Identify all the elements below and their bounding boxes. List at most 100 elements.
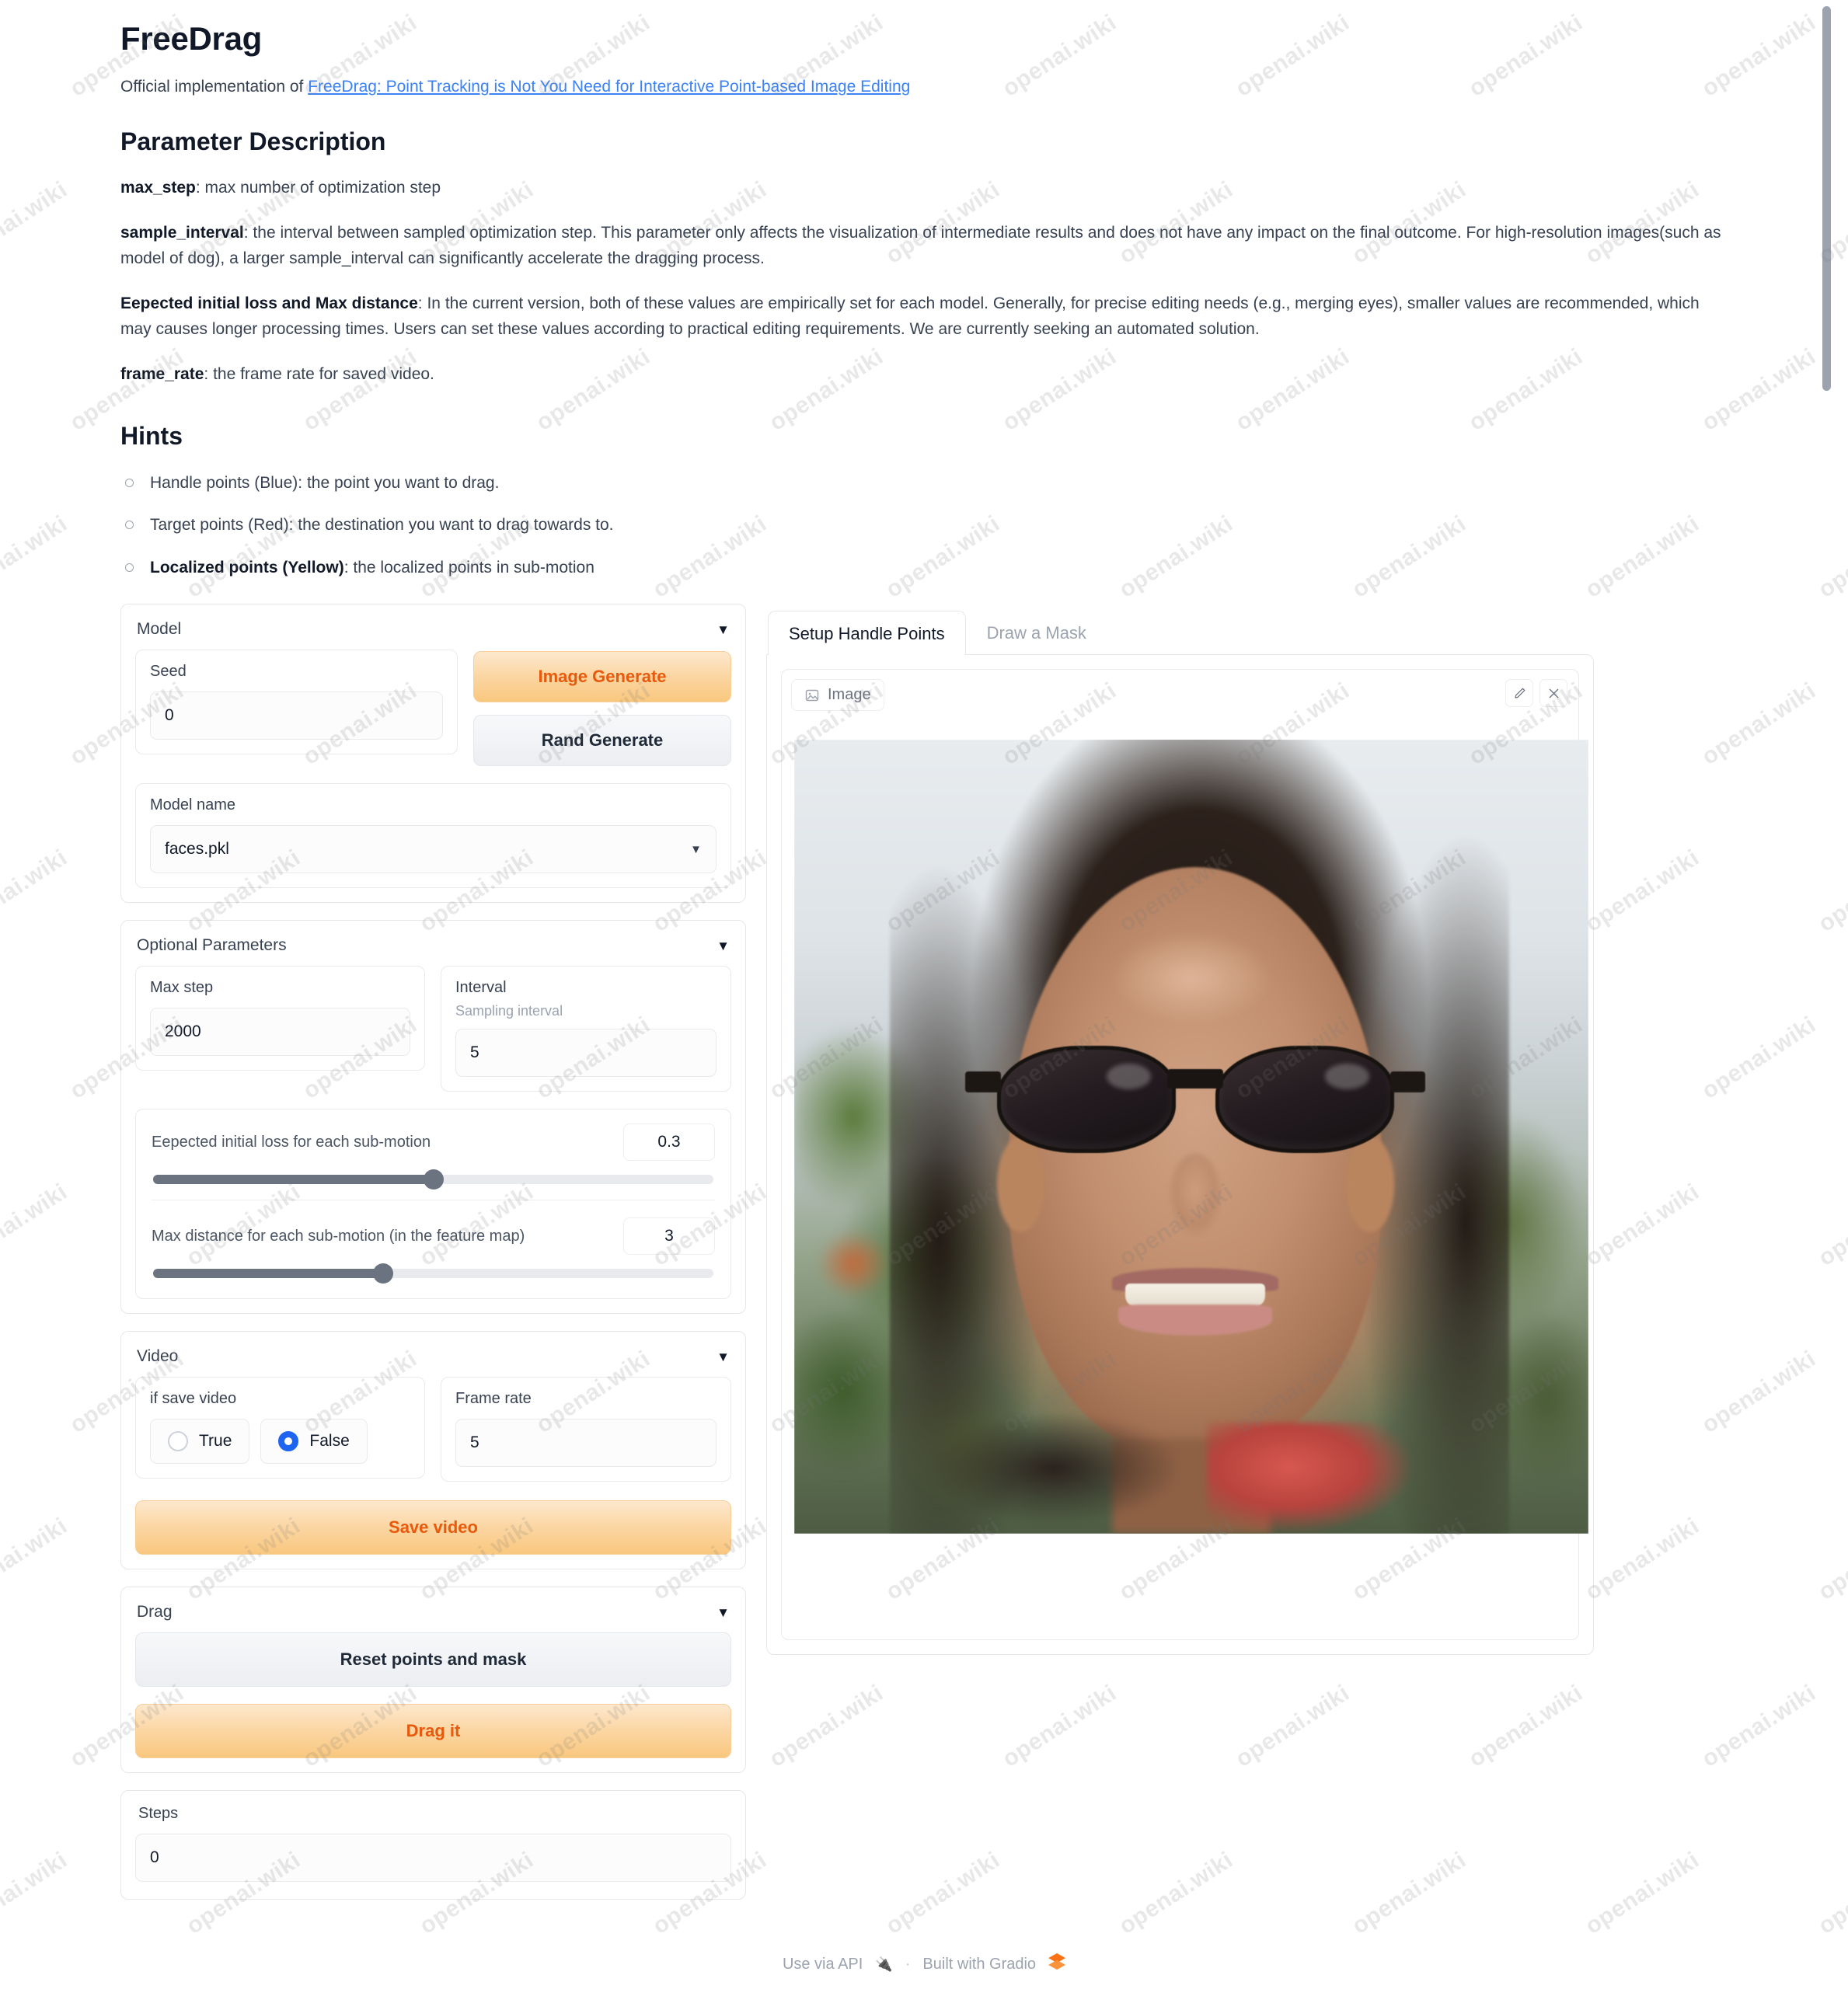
model-name-select[interactable]: faces.pkl ▼ (150, 825, 717, 874)
max-step-input[interactable]: 2000 (150, 1008, 410, 1057)
video-panel-title: Video (137, 1347, 179, 1366)
setup-handle-points-panel: Image (766, 654, 1594, 1656)
video-panel-header[interactable]: Video ▼ (135, 1344, 731, 1377)
model-name-label: Model name (150, 796, 236, 814)
right-column: Setup Handle Points Draw a Mask Image (766, 604, 1594, 1656)
parameter-description-heading: Parameter Description (120, 127, 386, 155)
radio-label-false: False (309, 1432, 350, 1451)
portrait-dark-scarf (905, 1414, 1176, 1534)
chevron-down-icon[interactable]: ▼ (717, 1606, 730, 1619)
radio-option-false[interactable]: False (260, 1419, 368, 1465)
tab-bar: Setup Handle Points Draw a Mask (768, 610, 1594, 656)
loss-slider-header: Eepected initial loss for each sub-motio… (152, 1123, 715, 1162)
loss-slider-value[interactable]: 0.3 (623, 1123, 715, 1162)
page-title: FreeDrag (120, 20, 263, 57)
use-via-api-link[interactable]: Use via API (783, 1956, 863, 1973)
clear-image-button[interactable] (1539, 679, 1567, 708)
chevron-down-icon[interactable]: ▼ (717, 939, 730, 953)
hint-item-localized-points: Localized points (Yellow): the localized… (120, 556, 1776, 581)
param-item-expected-loss: Eepected initial loss and Max distance: … (120, 291, 1733, 343)
radio-option-true[interactable]: True (150, 1419, 250, 1465)
steps-input[interactable]: 0 (135, 1834, 731, 1883)
if-save-video-label: if save video (150, 1390, 237, 1408)
hint-term-localized: Localized points (Yellow) (150, 558, 344, 576)
seed-input[interactable]: 0 (150, 691, 443, 740)
chevron-down-icon[interactable]: ▼ (717, 623, 730, 636)
image-icon (805, 689, 819, 701)
dist-slider-label: Max distance for each sub-motion (in the… (152, 1227, 525, 1245)
model-buttons-stack: Image Generate Rand Generate (473, 650, 731, 767)
built-with-gradio-link[interactable]: Built with Gradio (922, 1956, 1036, 1973)
model-panel-title: Model (137, 620, 182, 639)
video-panel-row: if save video True False Frame rate 5 (135, 1377, 731, 1482)
radio-label-true: True (199, 1432, 232, 1451)
optional-panel-row: Max step 2000 Interval Sampling interval… (135, 966, 731, 1092)
portrait-nose (1167, 1152, 1223, 1249)
param-text-frame-rate: : the frame rate for saved video. (204, 364, 434, 383)
drag-panel-header[interactable]: Drag ▼ (135, 1600, 731, 1632)
radio-dot-true-icon (168, 1431, 188, 1452)
dist-slider-thumb[interactable] (372, 1263, 393, 1284)
lens-glint-right (1325, 1063, 1370, 1089)
interval-sublabel: Sampling interval (455, 1003, 563, 1019)
chevron-down-icon[interactable]: ▼ (717, 1350, 730, 1364)
left-column: Model ▼ Seed 0 Image Generate Rand Gener… (120, 604, 746, 1917)
mouth-teeth (1124, 1283, 1266, 1308)
source-image[interactable] (794, 740, 1588, 1534)
frame-rate-input[interactable]: 5 (455, 1419, 717, 1468)
portrait-forehead-highlight (1079, 914, 1303, 1042)
app-body: Model ▼ Seed 0 Image Generate Rand Gener… (120, 604, 1776, 1917)
drag-panel-title: Drag (137, 1603, 173, 1622)
reset-points-and-mask-button[interactable]: Reset points and mask (135, 1632, 731, 1688)
if-save-video-fieldbox: if save video True False (135, 1377, 425, 1479)
param-term-sample-interval: sample_interval (120, 223, 244, 242)
paper-link[interactable]: FreeDrag: Point Tracking is Not You Need… (308, 78, 910, 96)
dist-slider-fill (153, 1269, 383, 1279)
interval-label: Interval (455, 979, 507, 997)
image-generate-button[interactable]: Image Generate (473, 651, 731, 703)
model-panel-header[interactable]: Model ▼ (135, 617, 731, 650)
param-term-expected-loss: Eepected initial loss and Max distance (120, 294, 418, 312)
param-item-frame-rate: frame_rate: the frame rate for saved vid… (120, 361, 1733, 388)
loss-slider-label: Eepected initial loss for each sub-motio… (152, 1133, 431, 1151)
interval-input[interactable]: 5 (455, 1029, 717, 1078)
param-item-sample-interval: sample_interval: the interval between sa… (120, 220, 1733, 272)
edit-pencil-button[interactable] (1505, 679, 1533, 708)
dist-slider-value[interactable]: 3 (623, 1217, 715, 1256)
mouth-lower-lip (1118, 1305, 1272, 1336)
page-scrollbar[interactable] (1822, 0, 1842, 1989)
rand-generate-button[interactable]: Rand Generate (473, 715, 731, 767)
tab-draw-a-mask[interactable]: Draw a Mask (966, 610, 1107, 654)
param-term-frame-rate: frame_rate (120, 364, 204, 383)
sunglasses-temple-right (1389, 1071, 1426, 1093)
chevron-down-icon: ▼ (690, 842, 702, 856)
loss-slider-thumb[interactable] (423, 1169, 444, 1190)
gradio-logo-icon (1048, 1953, 1066, 1975)
param-text-sample-interval: : the interval between sampled optimizat… (120, 223, 1721, 268)
api-plug-icon: 🔌 (875, 1956, 893, 1972)
scrollbar-thumb[interactable] (1822, 6, 1831, 391)
drag-it-button[interactable]: Drag it (135, 1704, 731, 1759)
pencil-icon (1514, 688, 1525, 698)
subtitle-prefix: Official implementation of (120, 78, 309, 96)
loss-slider-track[interactable] (153, 1169, 713, 1190)
frame-rate-label: Frame rate (455, 1390, 532, 1408)
portrait-red-scarf (1207, 1423, 1414, 1534)
dist-slider-track[interactable] (153, 1263, 713, 1284)
portrait-sunglasses (964, 1045, 1426, 1153)
tab-setup-handle-points[interactable]: Setup Handle Points (768, 611, 966, 656)
hint-term-target: Target points (Red) (150, 516, 289, 535)
hint-item-target-points: Target points (Red): the destination you… (120, 513, 1776, 538)
frame-rate-fieldbox: Frame rate 5 (441, 1377, 731, 1482)
sunglasses-lens-right (1215, 1045, 1394, 1153)
max-step-label: Max step (150, 979, 214, 997)
hint-term-handle: Handle points (Blue) (150, 473, 298, 492)
image-editor-card[interactable]: Image (781, 669, 1588, 1641)
optional-panel-title: Optional Parameters (137, 936, 287, 955)
optional-parameters-panel: Optional Parameters ▼ Max step 2000 Inte… (120, 920, 746, 1315)
sliders-fieldbox: Eepected initial loss for each sub-motio… (135, 1109, 731, 1300)
photo-background (794, 740, 1588, 1534)
save-video-button[interactable]: Save video (135, 1500, 731, 1555)
optional-panel-header[interactable]: Optional Parameters ▼ (135, 933, 731, 966)
drag-panel: Drag ▼ Reset points and mask Drag it (120, 1587, 746, 1774)
